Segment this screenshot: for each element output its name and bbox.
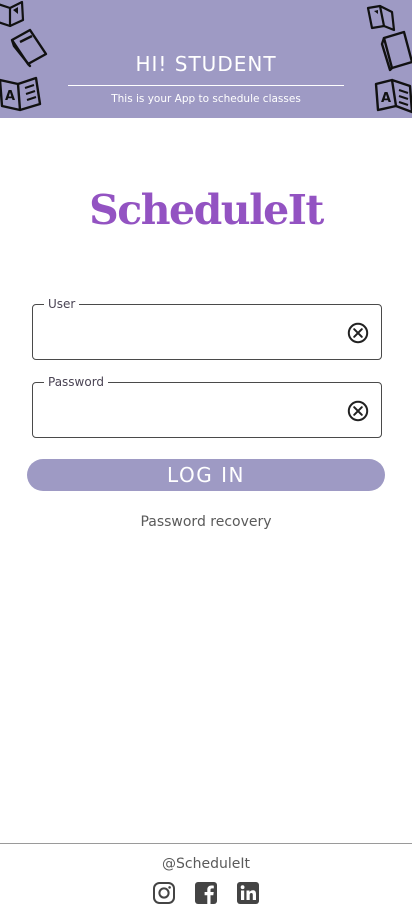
footer-divider <box>0 843 412 844</box>
app-logo: ScheduleIt <box>89 186 324 234</box>
open-book-icon <box>366 4 396 32</box>
password-recovery-link[interactable]: Password recovery <box>0 514 412 530</box>
header-title: HI! STUDENT <box>135 52 277 76</box>
header-divider <box>68 85 344 86</box>
password-label: Password <box>44 375 109 389</box>
linkedin-icon[interactable] <box>236 881 260 905</box>
header-subtitle: This is your App to schedule classes <box>111 93 301 105</box>
instagram-icon[interactable] <box>152 881 176 905</box>
password-input[interactable] <box>45 395 335 425</box>
user-field[interactable]: User <box>32 297 382 360</box>
password-field[interactable]: Password <box>32 375 382 438</box>
facebook-icon[interactable] <box>194 881 218 905</box>
login-button[interactable]: LOG IN <box>27 459 385 491</box>
clear-circle-icon[interactable] <box>347 322 369 344</box>
book-icon <box>0 0 25 28</box>
user-input[interactable] <box>45 317 335 347</box>
user-label: User <box>44 297 80 311</box>
social-handle: @ScheduleIt <box>162 856 250 872</box>
clear-circle-icon[interactable] <box>347 400 369 422</box>
header-banner: A A HI! STUDENT This is your App to sche… <box>0 0 412 118</box>
